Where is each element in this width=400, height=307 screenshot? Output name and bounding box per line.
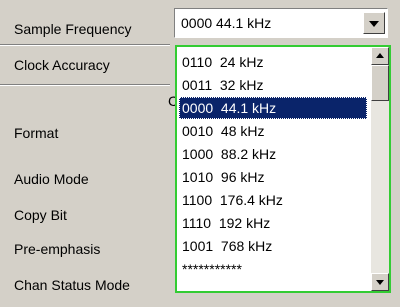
list-item[interactable]: ***********	[179, 258, 367, 280]
scroll-up-button[interactable]	[371, 47, 389, 65]
scroll-up-icon	[376, 53, 384, 58]
chan-status-mode-combobox[interactable]	[174, 292, 388, 306]
list-item[interactable]: 1110 192 kHz	[179, 212, 367, 234]
list-item[interactable]: 1001 768 kHz	[179, 235, 367, 257]
audio-mode-label: Audio Mode	[14, 171, 89, 187]
clock-accuracy-label: Clock Accuracy	[14, 57, 110, 73]
sample-frequency-dropdown-list[interactable]: 0110 24 kHz 0011 32 kHz 0000 44.1 kHz 00…	[175, 45, 391, 293]
format-label: Format	[14, 125, 59, 141]
pre-emphasis-label: Pre-emphasis	[14, 241, 101, 257]
copy-bit-label: Copy Bit	[14, 207, 67, 223]
dropdown-button[interactable]	[363, 12, 385, 34]
list-item-selected[interactable]: 0000 44.1 kHz	[179, 97, 367, 119]
scrollbar-thumb[interactable]	[371, 65, 389, 101]
list-item[interactable]: 0011 32 kHz	[179, 74, 367, 96]
row-divider-highlight	[0, 85, 170, 86]
scroll-down-icon	[376, 280, 384, 285]
row-divider-highlight	[0, 45, 170, 46]
chan-status-mode-label: Chan Status Mode	[14, 277, 130, 293]
chevron-down-icon	[369, 21, 379, 27]
list-item[interactable]: 0110 24 kHz	[179, 51, 367, 73]
combobox-value: 0000 44.1 kHz	[181, 15, 272, 31]
list-item[interactable]: 1010 96 kHz	[179, 166, 367, 188]
vertical-scrollbar[interactable]	[371, 47, 389, 291]
settings-panel: Sample Frequency Clock Accuracy C Format…	[0, 0, 400, 307]
sample-frequency-label: Sample Frequency	[14, 21, 132, 37]
scroll-down-button[interactable]	[371, 273, 389, 291]
sample-frequency-combobox[interactable]: 0000 44.1 kHz	[174, 8, 388, 38]
list-item[interactable]: 1000 88.2 kHz	[179, 143, 367, 165]
list-item[interactable]: 1100 176.4 kHz	[179, 189, 367, 211]
list-item[interactable]: 0010 48 kHz	[179, 120, 367, 142]
